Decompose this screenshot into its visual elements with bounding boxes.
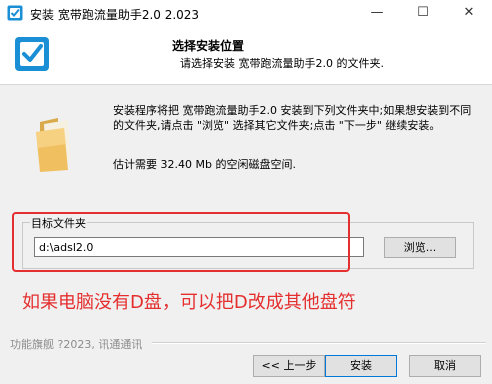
back-button[interactable]: << 上一步: [253, 355, 325, 377]
header-panel: 选择安装位置 请选择安装 宽带跑流量助手2.0 的文件夹.: [0, 26, 492, 85]
cancel-button[interactable]: 取消: [409, 355, 481, 377]
browse-button[interactable]: 浏览...: [384, 237, 456, 258]
footer-brand: 功能旗舰 ?2023, 讯通通讯: [10, 338, 143, 351]
install-description: 安装程序将把 宽带跑流量助手2.0 安装到下列文件夹中;如果想安装到不同的文件夹…: [113, 104, 472, 132]
page-title: 选择安装位置: [172, 39, 245, 53]
footer-divider: [152, 342, 486, 344]
annotation-text: 如果电脑没有D盘，可以把D改成其他盘符: [22, 292, 356, 313]
close-button[interactable]: ✕: [446, 0, 492, 26]
checkbox-icon: [7, 5, 23, 21]
annotation-highlight-box: [12, 212, 350, 272]
page-subtitle: 请选择安装 宽带跑流量助手2.0 的文件夹.: [180, 57, 384, 70]
checkbox-icon: [15, 37, 49, 71]
install-button[interactable]: 安装: [325, 355, 397, 377]
space-required-text: 估计需要 32.40 Mb 的空闲磁盘空间.: [113, 158, 296, 171]
maximize-button[interactable]: ☐: [400, 0, 446, 26]
minimize-button[interactable]: —: [354, 0, 400, 26]
folder-icon: [36, 118, 70, 172]
title-bar: 安装 宽带跑流量助手2.0 2.023 — ☐ ✕: [0, 0, 492, 26]
window-title: 安装 宽带跑流量助手2.0 2.023: [30, 8, 200, 22]
